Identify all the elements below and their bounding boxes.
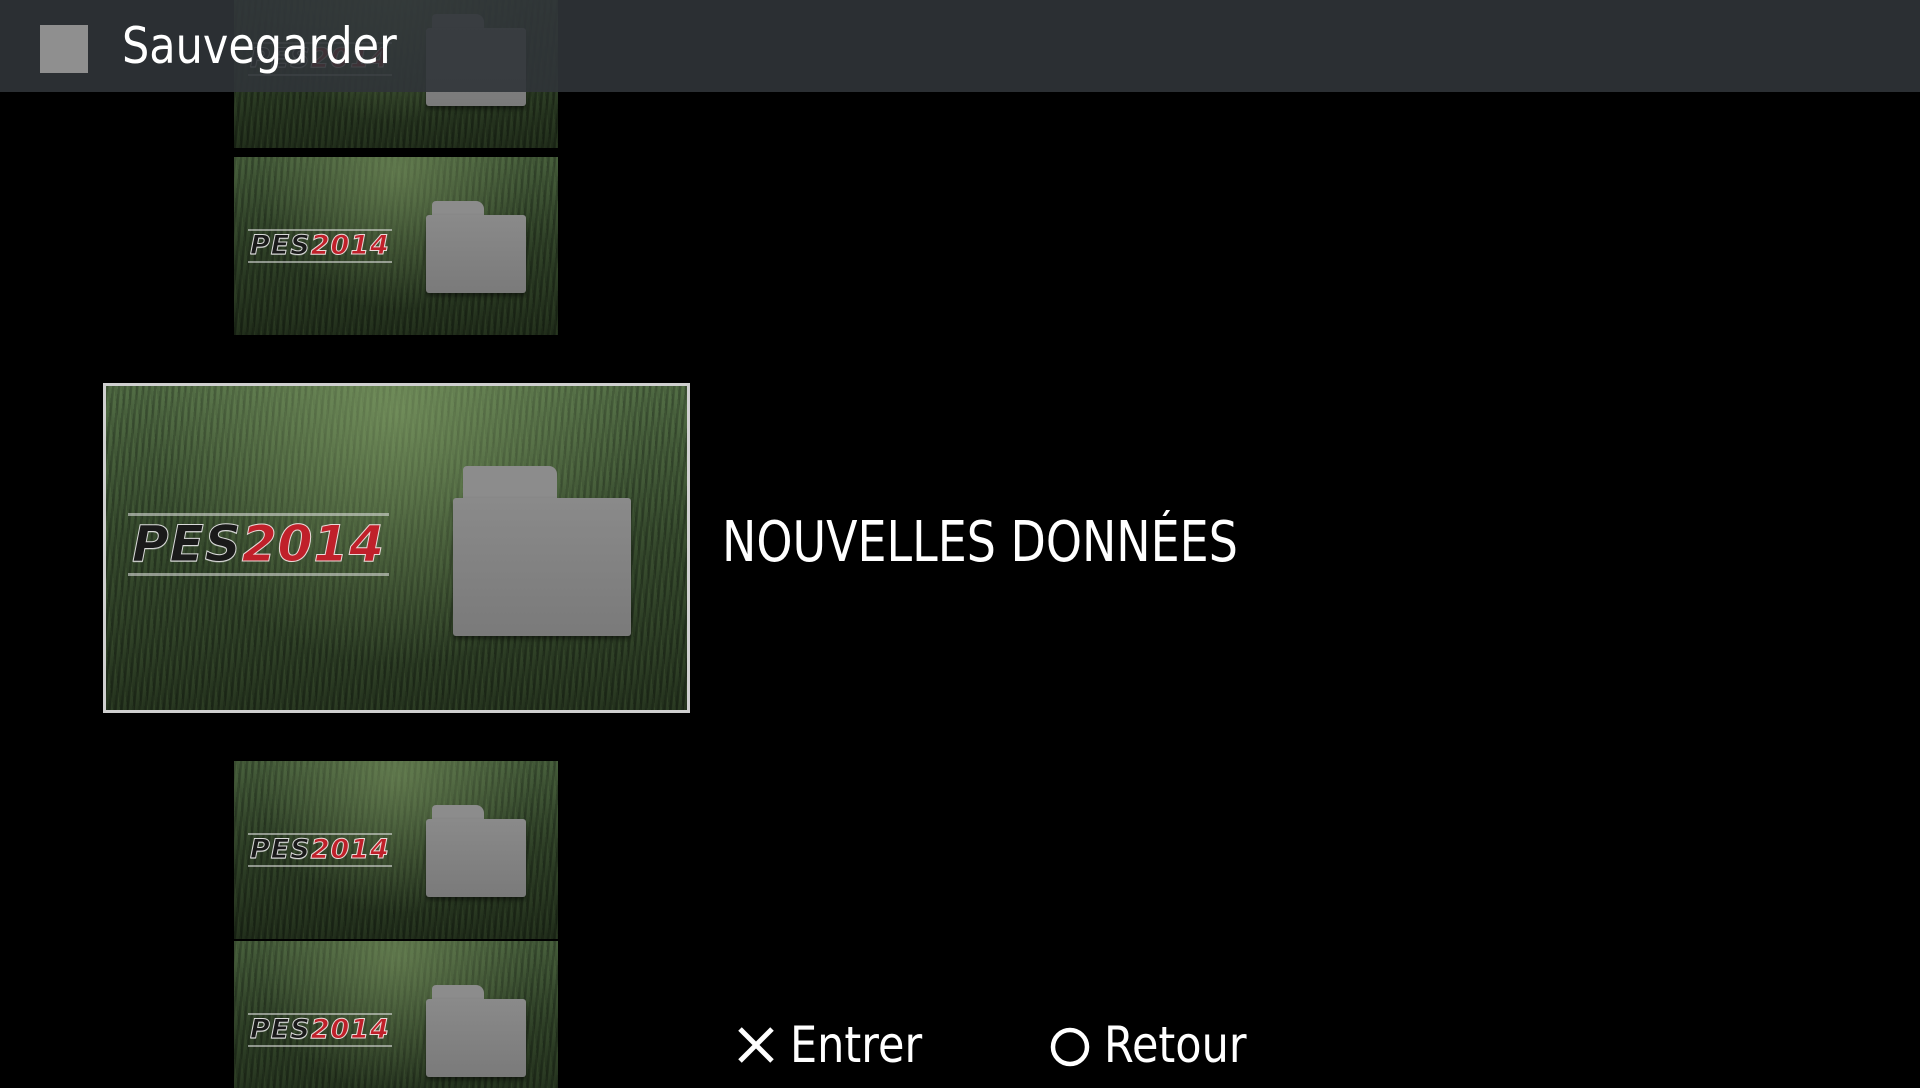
save-slot-above-1[interactable]: PES2014 — [234, 157, 558, 335]
pes-logo: PES2014 — [248, 1013, 392, 1048]
back-label: Retour — [1104, 1016, 1247, 1074]
selected-slot-label: NOUVELLES DONNÉES — [722, 510, 1238, 575]
folder-icon — [426, 201, 526, 293]
pes-logo: PES2014 — [248, 229, 392, 264]
enter-button[interactable]: Entrer — [734, 1010, 944, 1080]
circle-button-icon — [1050, 1027, 1090, 1067]
save-mode-icon — [40, 25, 88, 73]
save-slot-selected[interactable]: PES2014 — [103, 383, 690, 713]
folder-icon — [453, 466, 631, 636]
folder-icon — [426, 805, 526, 897]
pes-logo: PES2014 — [128, 513, 389, 576]
header-bar: Sauvegarder — [0, 0, 1920, 92]
cross-button-icon — [738, 1027, 774, 1063]
back-button[interactable]: Retour — [1048, 1010, 1270, 1080]
page-title: Sauvegarder — [122, 17, 397, 75]
folder-icon — [426, 985, 526, 1077]
save-screen: PES2014 PES2014 PES2014 PES2014 PES2014 … — [0, 0, 1920, 1088]
save-slot-below-1[interactable]: PES2014 — [234, 761, 558, 939]
save-slot-below-2[interactable]: PES2014 — [234, 941, 558, 1088]
enter-label: Entrer — [790, 1016, 923, 1074]
pes-logo: PES2014 — [248, 833, 392, 868]
